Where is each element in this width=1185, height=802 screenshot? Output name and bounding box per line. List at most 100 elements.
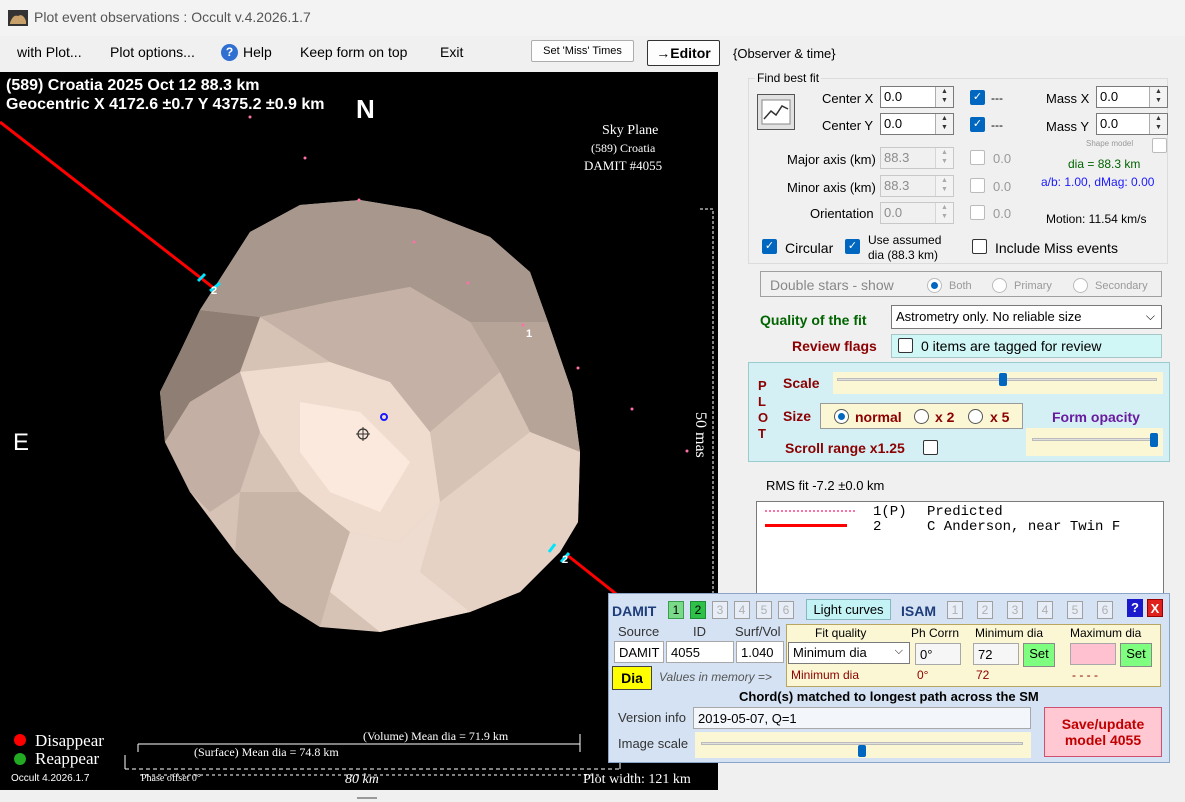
size-label: Size [783,408,812,424]
observer-line-sample [765,524,847,527]
resize-grip[interactable] [357,797,377,799]
volume-mean-dia: (Volume) Mean dia = 71.9 km [363,729,509,743]
rms-fit-text: RMS fit -7.2 ±0.0 km [766,478,885,493]
max-dia-field[interactable] [1070,643,1116,665]
review-flags-checkbox[interactable] [898,338,913,353]
minor-axis-spinner[interactable]: ▲ ▼ [935,176,953,196]
observer-list[interactable]: 1(P) Predicted 2 C Anderson, near Twin F [756,501,1164,599]
observer-2-name: C Anderson, near Twin F [927,519,1121,535]
fit-quality-memory: Minimum dia [791,668,860,682]
chord-label-1: 1 [526,328,533,340]
damit-model-1[interactable]: 1 [668,601,684,619]
center-x-checkbox[interactable]: ✓ [970,90,985,105]
isam-model-2[interactable]: 2 [977,601,993,619]
size-normal-radio[interactable] [834,409,849,424]
quality-select[interactable]: Astrometry only. No reliable size ⌵ [891,305,1162,329]
orientation-spinner[interactable]: ▲ ▼ [935,203,953,223]
scroll-range-checkbox[interactable] [923,440,938,455]
image-scale-thumb[interactable] [858,745,866,757]
circular-checkbox[interactable]: ✓ [762,239,777,254]
isam-model-4[interactable]: 4 [1037,601,1053,619]
major-axis-input[interactable]: 88.3 ▲ ▼ [880,147,954,169]
scale-slider[interactable] [833,372,1163,394]
chevron-down-icon: ⌵ [1145,309,1155,323]
isam-model-5[interactable]: 5 [1067,601,1083,619]
help-button[interactable]: ? [1127,599,1143,617]
center-x-value: 0.0 [884,89,903,104]
min-dia-memory: 72 [976,668,990,682]
max-dia-set-button[interactable]: Set [1120,643,1152,667]
double-stars-primary-radio[interactable] [992,278,1007,293]
help-icon[interactable]: ? [221,44,238,61]
major-axis-spinner[interactable]: ▲ ▼ [935,148,953,168]
damit-model-3[interactable]: 3 [712,601,728,619]
min-dia-set-button[interactable]: Set [1023,643,1055,667]
quality-value: Astrometry only. No reliable size [896,309,1082,324]
shape-model-label: Shape model [1086,139,1134,148]
minor-axis-zero: 0.0 [993,179,1012,194]
mass-x-input[interactable]: 0.0 ▲ ▼ [1096,86,1168,108]
id-label: ID [693,624,706,639]
menu-help[interactable]: Help [243,44,272,60]
plot-letter: T [758,426,766,441]
minor-axis-input[interactable]: 88.3 ▲ ▼ [880,175,954,197]
minor-axis-checkbox[interactable] [970,178,985,193]
include-miss-checkbox[interactable] [972,239,987,254]
damit-model-6[interactable]: 6 [778,601,794,619]
menu-keep-on-top[interactable]: Keep form on top [300,44,407,60]
center-y-checkbox[interactable]: ✓ [970,117,985,132]
save-update-button[interactable]: Save/update model 4055 [1044,707,1162,757]
fit-button[interactable] [757,94,795,130]
orientation-checkbox[interactable] [970,205,985,220]
size-x5-radio[interactable] [968,409,983,424]
min-dia-field[interactable]: 72 [973,643,1019,665]
double-stars-both-radio[interactable] [927,278,942,293]
surfvol-field[interactable]: 1.040 [736,641,784,663]
damit-model-2[interactable]: 2 [690,601,706,619]
isam-model-3[interactable]: 3 [1007,601,1023,619]
use-assumed-checkbox[interactable]: ✓ [845,239,860,254]
double-stars-secondary-radio[interactable] [1073,278,1088,293]
major-axis-checkbox[interactable] [970,150,985,165]
observer-time-tab[interactable]: {Observer & time} [733,46,836,61]
center-y-input[interactable]: 0.0 ▲ ▼ [880,113,954,135]
chord-label-2-lower: 2 [562,554,569,566]
values-in-memory: Values in memory => [659,670,772,684]
image-scale-slider[interactable] [695,732,1031,758]
orientation-input[interactable]: 0.0 ▲ ▼ [880,202,954,224]
ph-corr-label: Ph Corrn [911,626,960,640]
scale-slider-thumb[interactable] [999,373,1007,386]
use-assumed-label: Use assumed [868,233,942,247]
mass-x-label: Mass X [1046,91,1090,106]
center-x-spinner[interactable]: ▲ ▼ [935,87,953,107]
dia-button[interactable]: Dia [612,666,652,690]
menu-exit[interactable]: Exit [440,44,463,60]
minor-axis-value: 88.3 [884,178,910,193]
damit-model-4[interactable]: 4 [734,601,750,619]
damit-model-5[interactable]: 5 [756,601,772,619]
form-opacity-thumb[interactable] [1150,433,1158,447]
isam-model-1[interactable]: 1 [947,601,963,619]
plot-header-line1: (589) Croatia 2025 Oct 12 88.3 km [6,77,260,94]
mass-y-input[interactable]: 0.0 ▲ ▼ [1096,113,1168,135]
shape-model-checkbox[interactable] [1152,138,1167,153]
close-button[interactable]: X [1147,599,1163,617]
menu-with-plot[interactable]: with Plot... [17,44,82,60]
source-field[interactable]: DAMIT [614,641,664,663]
mass-x-spinner[interactable]: ▲ ▼ [1149,87,1167,107]
fit-quality-select[interactable]: Minimum dia ⌵ [788,642,910,664]
observer-2-num: 2 [873,519,882,535]
editor-button[interactable]: →Editor [647,40,720,66]
light-curves-button[interactable]: Light curves [806,599,891,620]
center-x-input[interactable]: 0.0 ▲ ▼ [880,86,954,108]
set-miss-times-button[interactable]: Set 'Miss' Times [531,40,634,62]
center-y-spinner[interactable]: ▲ ▼ [935,114,953,134]
size-x2-radio[interactable] [914,409,929,424]
isam-model-6[interactable]: 6 [1097,601,1113,619]
mass-y-spinner[interactable]: ▲ ▼ [1149,114,1167,134]
form-opacity-slider[interactable] [1026,428,1163,456]
version-info-field[interactable]: 2019-05-07, Q=1 [693,707,1031,729]
ph-corr-field[interactable]: 0° [915,643,961,665]
menu-plot-options[interactable]: Plot options... [110,44,195,60]
id-field[interactable]: 4055 [666,641,734,663]
